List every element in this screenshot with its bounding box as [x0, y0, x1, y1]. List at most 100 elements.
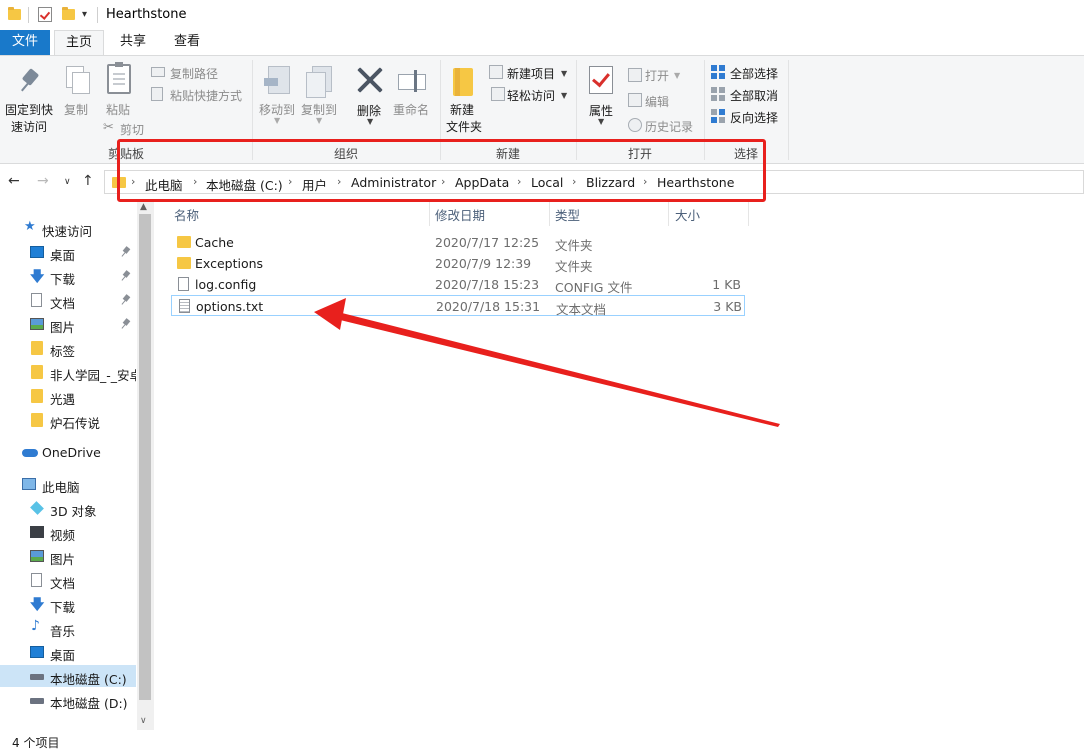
sidebar-item-pictures[interactable]: 图片 [0, 313, 136, 335]
file-row[interactable]: log.config 2020/7/18 15:23 CONFIG 文件 1 K… [171, 274, 745, 295]
new-item-button[interactable]: 新建项目 [507, 65, 555, 82]
chevron-down-icon[interactable]: ▼ [561, 91, 567, 100]
paste-button[interactable]: 粘贴 [106, 101, 130, 118]
new-folder-label-1[interactable]: 新建 [450, 101, 474, 118]
music-icon: ♪ [31, 618, 40, 634]
invert-selection-button[interactable]: 反向选择 [730, 109, 778, 126]
column-header-name[interactable]: 名称 [174, 205, 199, 224]
cut-button[interactable]: 剪切 [120, 121, 144, 138]
sidebar-item-documents[interactable]: 文档 [0, 569, 136, 591]
column-divider[interactable] [549, 202, 550, 226]
paste-shortcut-icon[interactable] [151, 87, 163, 101]
new-item-icon[interactable] [489, 65, 503, 79]
sidebar-item-music[interactable]: ♪ 音乐 [0, 617, 136, 639]
sidebar-item-pictures[interactable]: 图片 [0, 545, 136, 567]
sidebar-item-label: 桌面 [50, 648, 76, 663]
open-button[interactable]: 打开 [645, 67, 669, 84]
edit-icon[interactable] [628, 93, 642, 107]
tab-file[interactable]: 文件 [0, 30, 50, 55]
rename-button[interactable]: 重命名 [393, 101, 429, 118]
file-row[interactable]: Exceptions 2020/7/9 12:39 文件夹 [171, 253, 745, 274]
column-header-size[interactable]: 大小 [675, 205, 700, 224]
copy-path-icon[interactable] [151, 67, 165, 77]
sidebar-item-documents[interactable]: 文档 [0, 289, 136, 311]
file-row[interactable]: options.txt 2020/7/18 15:31 文本文档 3 KB [171, 295, 745, 317]
sidebar-item-downloads[interactable]: 🡇 下载 [0, 593, 136, 615]
scroll-up-arrow-icon[interactable]: ▲ [140, 202, 147, 212]
copy-icon[interactable] [66, 66, 90, 94]
new-folder-icon[interactable] [453, 68, 473, 96]
forward-arrow-icon[interactable]: → [37, 173, 49, 189]
easy-access-button[interactable]: 轻松访问 [507, 87, 555, 104]
sidebar-item-drive-c[interactable]: 本地磁盘 (C:) [0, 665, 136, 687]
sidebar-item-folder[interactable]: 光遇 [0, 385, 136, 407]
sidebar-item-label: 图片 [50, 552, 76, 567]
file-type: 文件夹 [555, 238, 593, 253]
up-arrow-icon[interactable]: ↑ [82, 173, 94, 189]
chevron-down-icon: ▼ [274, 116, 281, 125]
sidebar-item-onedrive[interactable]: OneDrive [0, 441, 136, 463]
computer-icon [22, 478, 36, 490]
sidebar-item-label: 下载 [50, 272, 76, 287]
sidebar-item-3d-objects[interactable]: 3D 对象 [0, 497, 136, 519]
delete-icon[interactable] [356, 66, 384, 94]
new-folder-quick-icon[interactable] [62, 7, 75, 20]
customize-toolbar-chevron-down-icon[interactable]: ▾ [82, 9, 87, 20]
select-none-button[interactable]: 全部取消 [730, 87, 778, 104]
paste-icon[interactable] [107, 62, 131, 94]
file-row[interactable]: Cache 2020/7/17 12:25 文件夹 [171, 232, 745, 253]
paste-shortcut-button[interactable]: 粘贴快捷方式 [170, 87, 242, 104]
sidebar-item-label: OneDrive [42, 445, 101, 460]
column-header-date[interactable]: 修改日期 [435, 205, 485, 224]
copy-button[interactable]: 复制 [64, 101, 88, 118]
sidebar-item-downloads[interactable]: 🡇 下载 [0, 265, 136, 287]
column-divider[interactable] [429, 202, 430, 226]
back-arrow-icon[interactable]: ← [8, 173, 20, 189]
sidebar-item-folder[interactable]: 非人学园_-_安卓 [0, 361, 136, 383]
column-divider[interactable] [748, 202, 749, 226]
new-folder-label-2[interactable]: 文件夹 [446, 118, 482, 135]
pin-to-quick-access-label-1[interactable]: 固定到快 [5, 101, 53, 118]
chevron-down-icon[interactable]: ▼ [598, 117, 604, 126]
history-button[interactable]: 历史记录 [645, 118, 693, 135]
column-divider[interactable] [668, 202, 669, 226]
sidebar-item-folder[interactable]: 标签 [0, 337, 136, 359]
column-header-type[interactable]: 类型 [555, 205, 580, 224]
navigation-pane: ★ 快速访问 桌面 🡇 下载 文档 图片 标签 非人学园_-_安卓 光遇 炉石传… [0, 200, 154, 730]
copy-to-icon[interactable] [306, 66, 334, 98]
properties-quick-icon[interactable] [38, 7, 52, 22]
recent-locations-chevron-down-icon[interactable]: ∨ [64, 177, 71, 187]
chevron-down-icon[interactable]: ▼ [561, 69, 567, 78]
tab-view[interactable]: 查看 [162, 30, 212, 55]
sidebar-item-label: 本地磁盘 (D:) [50, 696, 128, 711]
sidebar-item-drive-d[interactable]: 本地磁盘 (D:) [0, 689, 136, 711]
copy-path-button[interactable]: 复制路径 [170, 65, 218, 82]
sidebar-item-videos[interactable]: 视频 [0, 521, 136, 543]
select-all-icon[interactable] [711, 65, 725, 79]
history-icon[interactable] [628, 118, 642, 132]
select-all-button[interactable]: 全部选择 [730, 65, 778, 82]
sidebar-item-this-pc[interactable]: 此电脑 [0, 473, 136, 495]
pin-icon[interactable] [20, 68, 42, 94]
edit-button[interactable]: 编辑 [645, 93, 669, 110]
move-to-icon[interactable] [264, 66, 292, 96]
open-icon[interactable] [628, 68, 642, 82]
invert-selection-icon[interactable] [711, 109, 725, 123]
chevron-down-icon[interactable]: ▼ [367, 117, 373, 126]
easy-access-icon[interactable] [491, 87, 505, 101]
tab-home[interactable]: 主页 [54, 30, 104, 55]
file-icon [178, 277, 189, 291]
scroll-down-chevron-icon[interactable]: ∨ [140, 716, 147, 726]
sidebar-item-desktop[interactable]: 桌面 [0, 241, 136, 263]
scissors-icon[interactable]: ✂ [103, 120, 114, 135]
pin-to-quick-access-label-2[interactable]: 速访问 [11, 118, 47, 135]
properties-icon[interactable] [589, 66, 613, 94]
tab-share[interactable]: 共享 [108, 30, 158, 55]
sidebar-item-folder[interactable]: 炉石传说 [0, 409, 136, 431]
rename-icon[interactable] [398, 70, 426, 92]
sidebar-scrollbar-thumb[interactable] [139, 214, 151, 700]
sidebar-item-desktop[interactable]: 桌面 [0, 641, 136, 663]
sidebar-item-quick-access[interactable]: ★ 快速访问 [0, 217, 136, 239]
file-name: options.txt [196, 299, 264, 314]
select-none-icon[interactable] [711, 87, 725, 101]
